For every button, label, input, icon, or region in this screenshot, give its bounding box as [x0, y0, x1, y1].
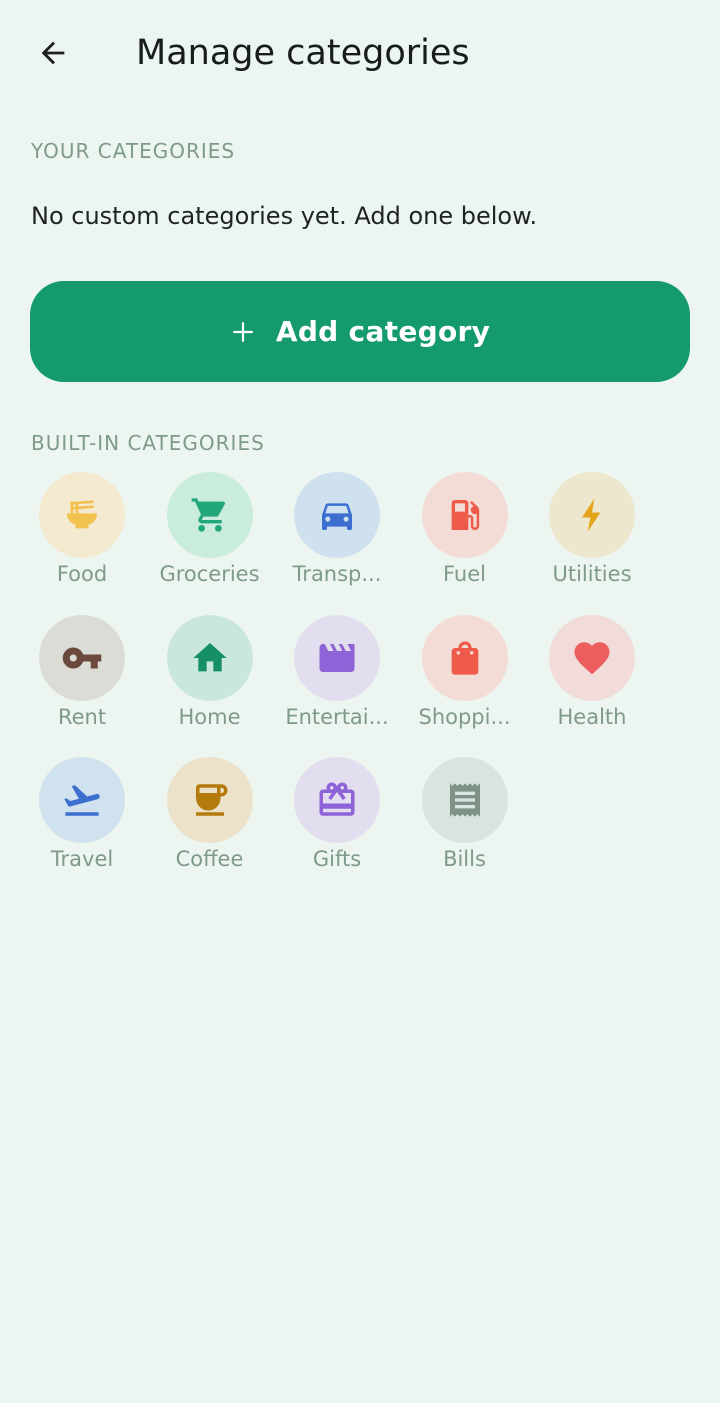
category-icon-circle: [166, 757, 253, 843]
category-icon-circle: [294, 757, 380, 843]
gift-card-icon: [316, 779, 358, 821]
your-categories-heading: YOUR CATEGORIES: [31, 139, 236, 163]
plus-icon: [233, 321, 253, 342]
house-icon: [190, 638, 230, 678]
coffee-cup-icon: [189, 779, 231, 821]
empty-state-message: No custom categories yet. Add one below.: [31, 202, 538, 230]
category-icon-circle: [294, 614, 380, 701]
category-label: Gifts: [312, 847, 362, 871]
category-label: Fuel: [443, 562, 486, 586]
category-label: Utilities: [552, 562, 632, 586]
category-icon-circle: [421, 757, 508, 843]
category-icon-circle: [421, 472, 508, 558]
airplane-icon: [61, 779, 103, 821]
category-item[interactable]: Health: [528, 614, 656, 745]
category-item[interactable]: Groceries: [146, 472, 274, 602]
category-label: Travel: [50, 847, 114, 871]
arrow-left-icon: [41, 41, 65, 65]
heart-icon: [571, 637, 613, 679]
built-in-categories-heading: BUILT-IN CATEGORIES: [31, 431, 265, 455]
lightning-bolt-icon: [572, 495, 612, 535]
category-icon-circle: [421, 614, 508, 701]
shopping-cart-icon: [190, 495, 230, 535]
category-item[interactable]: Transp...: [273, 472, 401, 602]
car-icon: [317, 495, 357, 535]
category-item[interactable]: Bills: [401, 757, 529, 887]
add-category-button[interactable]: Add category: [30, 281, 690, 382]
fuel-pump-icon: [445, 495, 485, 535]
category-label: Coffee: [175, 847, 244, 871]
category-label: Groceries: [159, 562, 260, 586]
category-label: Entertai...: [285, 704, 389, 729]
category-label: Shoppi...: [418, 704, 511, 729]
clapperboard-icon: [316, 637, 358, 679]
key-icon: [61, 637, 103, 679]
category-icon-circle: [294, 472, 380, 558]
category-icon-circle: [39, 757, 125, 843]
category-label: Food: [56, 562, 108, 586]
category-label: Home: [178, 704, 241, 729]
category-icon-circle: [39, 614, 125, 701]
back-button[interactable]: [22, 22, 84, 84]
category-item[interactable]: Rent: [18, 614, 146, 745]
category-label: Rent: [57, 704, 107, 729]
ramen-bowl-icon: [62, 495, 102, 535]
category-icon-circle: [166, 614, 253, 701]
category-icon-circle: [166, 472, 253, 558]
category-label: Transp...: [292, 562, 382, 586]
top-app-bar: Manage categories: [0, 0, 720, 106]
receipt-icon: [445, 780, 485, 820]
category-item[interactable]: Fuel: [401, 472, 529, 602]
category-item[interactable]: Home: [146, 614, 274, 745]
category-item[interactable]: Shoppi...: [401, 614, 529, 745]
category-item[interactable]: Entertai...: [273, 614, 401, 745]
category-label: Health: [557, 704, 627, 729]
category-item[interactable]: Coffee: [146, 757, 274, 887]
add-category-label: Add category: [275, 315, 491, 348]
category-label: Bills: [443, 847, 486, 871]
category-icon-circle: [39, 472, 125, 558]
category-item[interactable]: Travel: [18, 757, 146, 887]
category-item[interactable]: Gifts: [273, 757, 401, 887]
category-item[interactable]: Utilities: [528, 472, 656, 602]
shopping-bag-icon: [445, 638, 485, 678]
category-item[interactable]: Food: [18, 472, 146, 602]
category-icon-circle: [549, 614, 635, 701]
category-icon-circle: [549, 472, 635, 558]
page-title: Manage categories: [136, 33, 470, 73]
